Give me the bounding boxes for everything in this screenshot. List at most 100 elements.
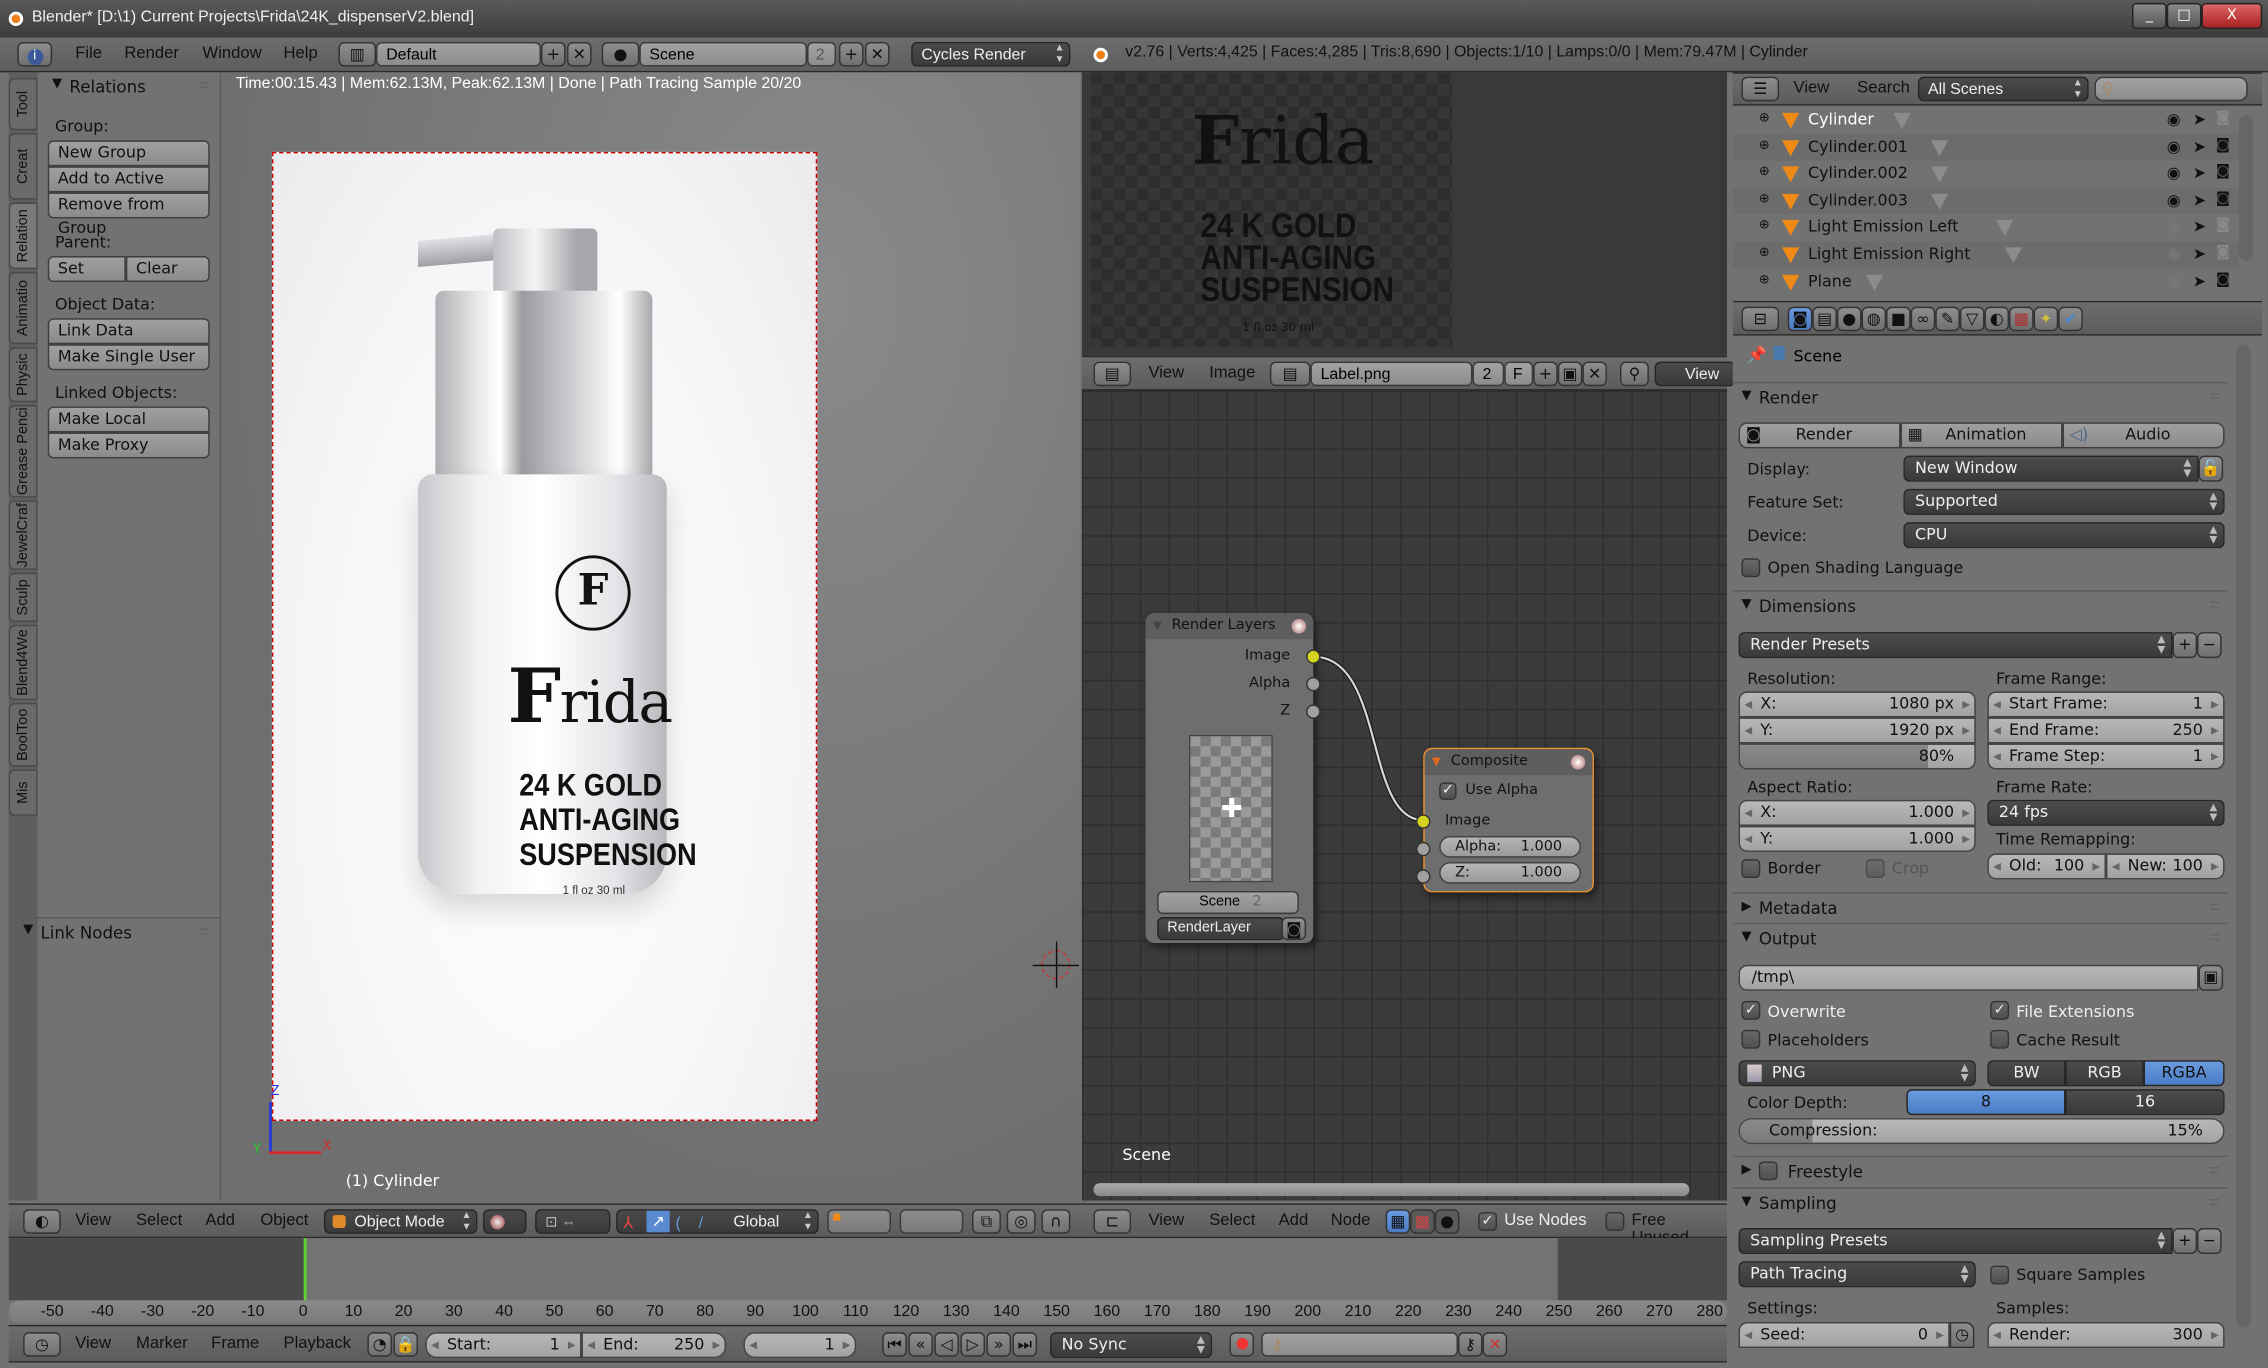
- world-context-icon[interactable]: ◍: [1861, 306, 1887, 332]
- lock-layers-icon[interactable]: ⧉: [971, 1209, 1001, 1234]
- layout-field[interactable]: Default: [376, 41, 541, 67]
- tab-jewelcraft[interactable]: JewelCraf: [8, 500, 38, 570]
- editor-type-node-button[interactable]: ⊏: [1093, 1209, 1132, 1234]
- object-name[interactable]: Light Emission Right: [1808, 244, 1971, 263]
- layers-grid-1[interactable]: [827, 1209, 891, 1234]
- scene-field[interactable]: Scene: [639, 41, 808, 67]
- link-nodes-panel-header[interactable]: ▼ Link Nodes ::::: [8, 917, 220, 947]
- jump-keyframe-forward-icon[interactable]: »: [986, 1332, 1012, 1357]
- minimize-button[interactable]: _: [2131, 2, 2167, 29]
- node-header[interactable]: ▼ Composite: [1424, 749, 1593, 776]
- drag-grip-icon[interactable]: ::::: [2209, 1163, 2220, 1176]
- maximize-button[interactable]: □: [2166, 2, 2202, 29]
- mesh-data-icon[interactable]: [1893, 112, 1911, 129]
- add-to-active-button[interactable]: Add to Active: [47, 166, 210, 193]
- mesh-data-icon[interactable]: [1930, 139, 1949, 156]
- data-context-icon[interactable]: ▽: [1959, 306, 1985, 332]
- editor-type-properties-button[interactable]: ⊟: [1741, 306, 1780, 332]
- image-browse-icon[interactable]: ▤: [1269, 361, 1311, 387]
- render-engine-select[interactable]: Cycles Render ▲ ▼: [911, 41, 1071, 67]
- expand-icon[interactable]: ⊕: [1759, 219, 1770, 233]
- snap-magnet-icon[interactable]: ∩: [1041, 1209, 1071, 1234]
- render-camera-icon[interactable]: ◙: [1281, 917, 1307, 941]
- display-select[interactable]: New Window ▲ ▼: [1903, 455, 2199, 482]
- frame-rate-select[interactable]: 24 fps ▲ ▼: [1987, 799, 2225, 826]
- shader-nodes-icon[interactable]: ●: [1434, 1209, 1460, 1234]
- tab-sculpt[interactable]: Sculp: [8, 572, 38, 622]
- menu-marker[interactable]: Marker: [136, 1335, 188, 1352]
- texture-nodes-icon[interactable]: ▩: [1410, 1209, 1435, 1234]
- visibility-eye-icon[interactable]: ◉: [2167, 218, 2181, 237]
- remap-new-field[interactable]: ◀ New: 100 ▶: [2105, 853, 2225, 880]
- remove-sampling-preset-button[interactable]: −: [2197, 1227, 2222, 1255]
- file-extensions-checkbox[interactable]: ✓: [1990, 1000, 2010, 1020]
- color-mode-rgba[interactable]: RGBA: [2143, 1060, 2225, 1087]
- outliner-row[interactable]: ⊕ Light Emission Right ◉ ➤ ◙: [1732, 241, 2240, 269]
- shading-select[interactable]: [483, 1209, 527, 1234]
- outliner-row[interactable]: ⊕ Plane ◉ ➤ ◙: [1733, 268, 2239, 295]
- render-layer-select[interactable]: RenderLayer: [1157, 917, 1285, 941]
- osl-checkbox[interactable]: [1741, 558, 1761, 578]
- aspect-y-field[interactable]: ◀ Y: 1.000 ▶: [1738, 825, 1976, 852]
- color-depth-16[interactable]: 16: [2065, 1089, 2225, 1116]
- display-mode-select[interactable]: All Scenes ▲ ▼: [1917, 76, 2089, 102]
- audio-button[interactable]: ◁) Audio: [2062, 422, 2225, 449]
- make-proxy-button[interactable]: Make Proxy: [47, 432, 210, 459]
- drag-grip-icon[interactable]: ::::: [198, 78, 209, 91]
- start-frame-field[interactable]: ◀ Start: 1 ▶: [425, 1332, 582, 1359]
- composite-node[interactable]: ▼ Composite ✓ Use Alpha Image Alpha: 1.000…: [1416, 747, 1594, 893]
- render-button[interactable]: ◙ Render: [1738, 422, 1901, 449]
- object-name[interactable]: Cylinder.003: [1808, 191, 1908, 210]
- node-horizontal-scrollbar[interactable]: [1093, 1183, 1690, 1197]
- close-button[interactable]: X: [2201, 2, 2263, 29]
- output-panel-header[interactable]: ▼ Output::::: [1732, 922, 2228, 953]
- tab-misc[interactable]: Mis: [8, 769, 38, 816]
- tab-animation[interactable]: Animatio: [8, 271, 38, 345]
- physics-context-icon[interactable]: ✔: [2058, 306, 2083, 332]
- render-samples-field[interactable]: ◀ Render: 300 ▶: [1987, 1322, 2225, 1349]
- select-arrow-icon[interactable]: ➤: [2193, 137, 2206, 156]
- object-name[interactable]: Cylinder.002: [1808, 164, 1908, 183]
- render-camera-icon[interactable]: ◙: [2216, 271, 2230, 287]
- scene-select[interactable]: Scene: [1157, 890, 1299, 915]
- play-reverse-icon[interactable]: ◁: [934, 1332, 959, 1357]
- modifiers-context-icon[interactable]: ✎: [1935, 306, 1960, 332]
- use-nodes-checkbox[interactable]: ✓: [1478, 1212, 1498, 1231]
- metadata-panel-header[interactable]: ▶ Metadata::::: [1732, 892, 2228, 922]
- drag-grip-icon[interactable]: ::::: [198, 924, 209, 937]
- expand-icon[interactable]: ⊕: [1759, 165, 1770, 179]
- screen-layout-icon[interactable]: ▥: [338, 41, 377, 67]
- rotate-icon[interactable]: (: [675, 1212, 680, 1237]
- border-checkbox[interactable]: [1741, 859, 1761, 878]
- browse-folder-icon[interactable]: ▣: [2198, 964, 2224, 991]
- aspect-x-field[interactable]: ◀ X: 1.000 ▶: [1738, 799, 1976, 826]
- editor-type-info-button[interactable]: i: [17, 41, 53, 67]
- menu-add[interactable]: Add: [1279, 1212, 1309, 1229]
- remove-from-group-button[interactable]: Remove from Group: [47, 192, 210, 237]
- menu-window[interactable]: Window: [202, 45, 261, 62]
- scene-icon[interactable]: ●: [601, 41, 640, 67]
- menu-image[interactable]: Image: [1209, 364, 1255, 381]
- drag-grip-icon[interactable]: ::::: [2209, 900, 2220, 913]
- mesh-data-icon[interactable]: [2004, 247, 2023, 264]
- node-editor-canvas[interactable]: ▼ Render Layers Image Alpha Z ✚ Scene 2 R…: [1081, 390, 1728, 1201]
- menu-add[interactable]: Add: [205, 1212, 235, 1229]
- render-layers-node[interactable]: ▼ Render Layers Image Alpha Z ✚ Scene 2 R…: [1145, 613, 1321, 944]
- scale-icon[interactable]: /: [699, 1212, 703, 1237]
- start-frame-field[interactable]: ◀ Start Frame: 1 ▶: [1987, 691, 2225, 718]
- object-name[interactable]: Light Emission Left: [1808, 218, 1959, 237]
- overwrite-checkbox[interactable]: ✓: [1741, 1000, 1761, 1020]
- render-panel-header[interactable]: ▼ Render::::: [1732, 381, 2228, 412]
- remove-preset-button[interactable]: −: [2197, 632, 2222, 659]
- fake-user-button[interactable]: F: [1504, 361, 1534, 387]
- feature-set-select[interactable]: Supported ▲ ▼: [1903, 488, 2225, 515]
- open-image-icon[interactable]: ▣: [1557, 361, 1583, 387]
- menu-search[interactable]: Search: [1857, 80, 1910, 97]
- menu-file[interactable]: File: [75, 45, 102, 62]
- color-depth-8[interactable]: 8: [1906, 1089, 2066, 1116]
- properties-scrollbar[interactable]: [2236, 344, 2251, 1328]
- select-arrow-icon[interactable]: ➤: [2193, 164, 2206, 183]
- view-mode-select[interactable]: View: [1654, 361, 1736, 387]
- relations-panel-header[interactable]: ▼ Relations ::::: [38, 72, 220, 101]
- visibility-eye-icon[interactable]: ◉: [2167, 271, 2181, 290]
